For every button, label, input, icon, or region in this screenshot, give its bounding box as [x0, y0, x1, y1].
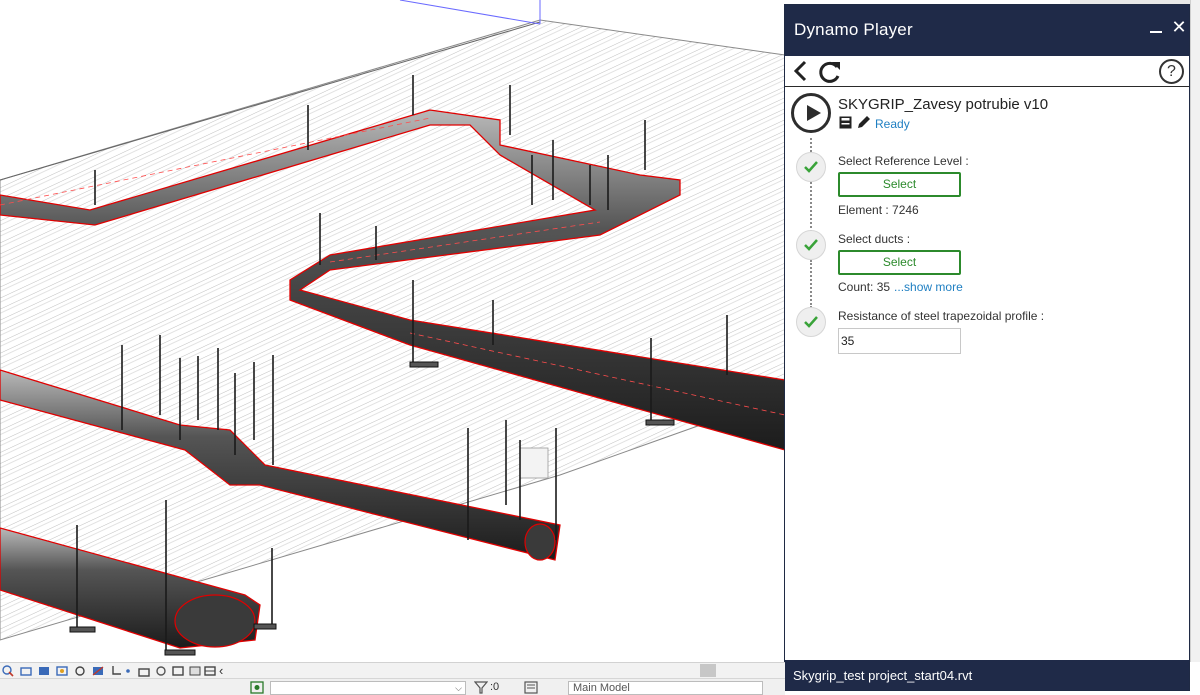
- reveal-hidden-icon[interactable]: [172, 665, 184, 677]
- shadows-icon[interactable]: [74, 665, 86, 677]
- design-option-select[interactable]: Main Model: [568, 681, 763, 695]
- horizontal-scroll-thumb[interactable]: [700, 664, 716, 677]
- render-icon[interactable]: [92, 665, 104, 677]
- script-status: Ready: [875, 117, 910, 131]
- player-titlebar[interactable]: Dynamo Player ✕: [785, 5, 1189, 56]
- refresh-icon: [819, 61, 840, 83]
- footer-filename: Skygrip_test project_start04.rvt: [793, 668, 973, 683]
- close-button[interactable]: ✕: [1170, 17, 1188, 37]
- refresh-button[interactable]: [817, 59, 843, 85]
- viewport-scrollbar[interactable]: [1190, 0, 1200, 662]
- deck-bracket: [519, 447, 549, 479]
- step-check-resistance: [796, 307, 826, 337]
- player-title: Dynamo Player: [794, 20, 913, 39]
- visual-style-icon[interactable]: [38, 665, 50, 677]
- revit-3d-viewport[interactable]: [0, 0, 785, 662]
- worksets-icon[interactable]: [250, 681, 264, 694]
- section-box-edge-top: [399, 0, 541, 25]
- step-connector: [810, 182, 812, 232]
- step-label-ducts: Select ducts :: [838, 232, 911, 246]
- edit-pencil-icon[interactable]: [857, 115, 871, 129]
- ducts-count-info: Count: 35 ...show more: [838, 280, 963, 294]
- help-button[interactable]: ?: [1159, 59, 1184, 84]
- chevron-down-icon: ⌵: [455, 683, 462, 693]
- step-label-resistance: Resistance of steel trapezoidal profile …: [838, 309, 1045, 323]
- ducts-count: Count: 35: [838, 280, 891, 294]
- duct-model-drawing: [0, 0, 785, 656]
- show-more-link[interactable]: ...show more: [894, 280, 963, 294]
- player-toolbar: ?: [785, 56, 1189, 87]
- scale-icon[interactable]: [2, 665, 14, 677]
- unlock-3d-icon[interactable]: [138, 665, 150, 677]
- step-connector: [810, 260, 812, 308]
- worksharing-icon[interactable]: [204, 665, 216, 677]
- player-footer: Skygrip_test project_start04.rvt: [785, 660, 1189, 690]
- crop-region-icon[interactable]: [122, 665, 134, 677]
- detail-level-icon[interactable]: [20, 665, 32, 677]
- select-reference-level-button[interactable]: Select: [838, 172, 961, 197]
- back-button[interactable]: [791, 59, 811, 83]
- minimize-button[interactable]: [1147, 19, 1165, 39]
- step-connector: [810, 138, 812, 152]
- design-options-icon[interactable]: [524, 681, 538, 694]
- save-icon[interactable]: [839, 116, 852, 129]
- check-icon: [804, 316, 818, 328]
- chevron-left-icon: [793, 60, 807, 82]
- dynamo-player-panel: Dynamo Player ✕ ? SKYGRIP_Zavesy potrubi…: [784, 4, 1190, 691]
- check-icon: [804, 239, 818, 251]
- selected-element-info: Element : 7246: [838, 203, 919, 217]
- crop-icon[interactable]: [110, 665, 122, 677]
- script-name: SKYGRIP_Zavesy potrubie v10: [838, 96, 1049, 113]
- run-script-button[interactable]: [791, 93, 831, 133]
- view-control-bar: ‹: [0, 662, 785, 678]
- chevron-left-icon[interactable]: ‹: [219, 663, 231, 678]
- filter-icon[interactable]: [474, 681, 488, 694]
- step-check-ducts: [796, 230, 826, 260]
- step-check-reference-level: [796, 152, 826, 182]
- check-icon: [804, 161, 818, 173]
- select-ducts-button[interactable]: Select: [838, 250, 961, 275]
- temporary-hide-icon[interactable]: [155, 665, 167, 677]
- temporary-properties-icon[interactable]: [189, 665, 201, 677]
- script-header: SKYGRIP_Zavesy potrubie v10 Ready: [785, 87, 1189, 135]
- sun-path-icon[interactable]: [56, 665, 68, 677]
- step-label-reference-level: Select Reference Level :: [838, 154, 969, 168]
- selection-count: :0: [490, 681, 500, 693]
- resistance-input[interactable]: [838, 328, 961, 354]
- active-workset-dropdown[interactable]: ⌵: [270, 681, 466, 695]
- status-bar: ⌵ :0 Main Model: [0, 678, 785, 695]
